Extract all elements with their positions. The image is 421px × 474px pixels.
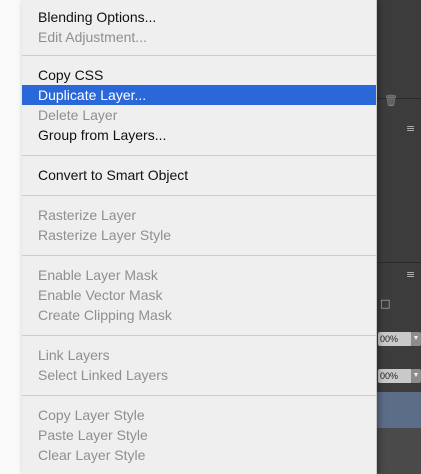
menu-item-paste-layer-style[interactable]: Paste Layer Style	[22, 425, 376, 445]
menu-item-duplicate-layer[interactable]: Duplicate Layer...	[22, 85, 376, 105]
menu-item-rasterize-layer[interactable]: Rasterize Layer	[22, 205, 376, 225]
layer-context-menu: Blending Options... Edit Adjustment... C…	[22, 0, 377, 474]
menu-item-clear-layer-style[interactable]: Clear Layer Style	[22, 445, 376, 465]
menu-item-copy-css[interactable]: Copy CSS	[22, 65, 376, 85]
opacity-field[interactable]: 00%	[378, 332, 412, 346]
menu-item-create-clipping-mask[interactable]: Create Clipping Mask	[22, 305, 376, 325]
menu-item-select-linked-layers[interactable]: Select Linked Layers	[22, 365, 376, 385]
fill-field[interactable]: 00%	[378, 369, 412, 383]
panel-divider	[370, 262, 421, 263]
trash-icon[interactable]: 🗑	[384, 94, 398, 107]
menu-item-copy-layer-style[interactable]: Copy Layer Style	[22, 405, 376, 425]
left-background	[0, 0, 22, 474]
menu-separator	[22, 55, 376, 56]
menu-separator	[22, 155, 376, 156]
menu-item-edit-adjustment[interactable]: Edit Adjustment...	[22, 27, 376, 47]
chevron-down-icon[interactable]: ▼	[411, 369, 421, 383]
menu-separator	[22, 195, 376, 196]
menu-item-delete-layer[interactable]: Delete Layer	[22, 105, 376, 125]
menu-item-group-from-layers[interactable]: Group from Layers...	[22, 125, 376, 145]
menu-item-blending-options[interactable]: Blending Options...	[22, 7, 376, 27]
menu-separator	[22, 395, 376, 396]
menu-item-convert-to-smart-object[interactable]: Convert to Smart Object	[22, 165, 376, 185]
menu-item-enable-vector-mask[interactable]: Enable Vector Mask	[22, 285, 376, 305]
panel-menu-icon[interactable]: ≡	[406, 268, 415, 281]
menu-separator	[22, 255, 376, 256]
menu-item-link-layers[interactable]: Link Layers	[22, 345, 376, 365]
panel-menu-icon[interactable]: ≡	[406, 122, 415, 135]
menu-item-enable-layer-mask[interactable]: Enable Layer Mask	[22, 265, 376, 285]
chevron-down-icon[interactable]: ▼	[411, 332, 421, 346]
menu-item-rasterize-layer-style[interactable]: Rasterize Layer Style	[22, 225, 376, 245]
layer-row[interactable]	[370, 428, 421, 474]
selected-layer-row[interactable]	[370, 392, 421, 428]
lock-icon[interactable]: □	[380, 297, 390, 310]
menu-separator	[22, 335, 376, 336]
